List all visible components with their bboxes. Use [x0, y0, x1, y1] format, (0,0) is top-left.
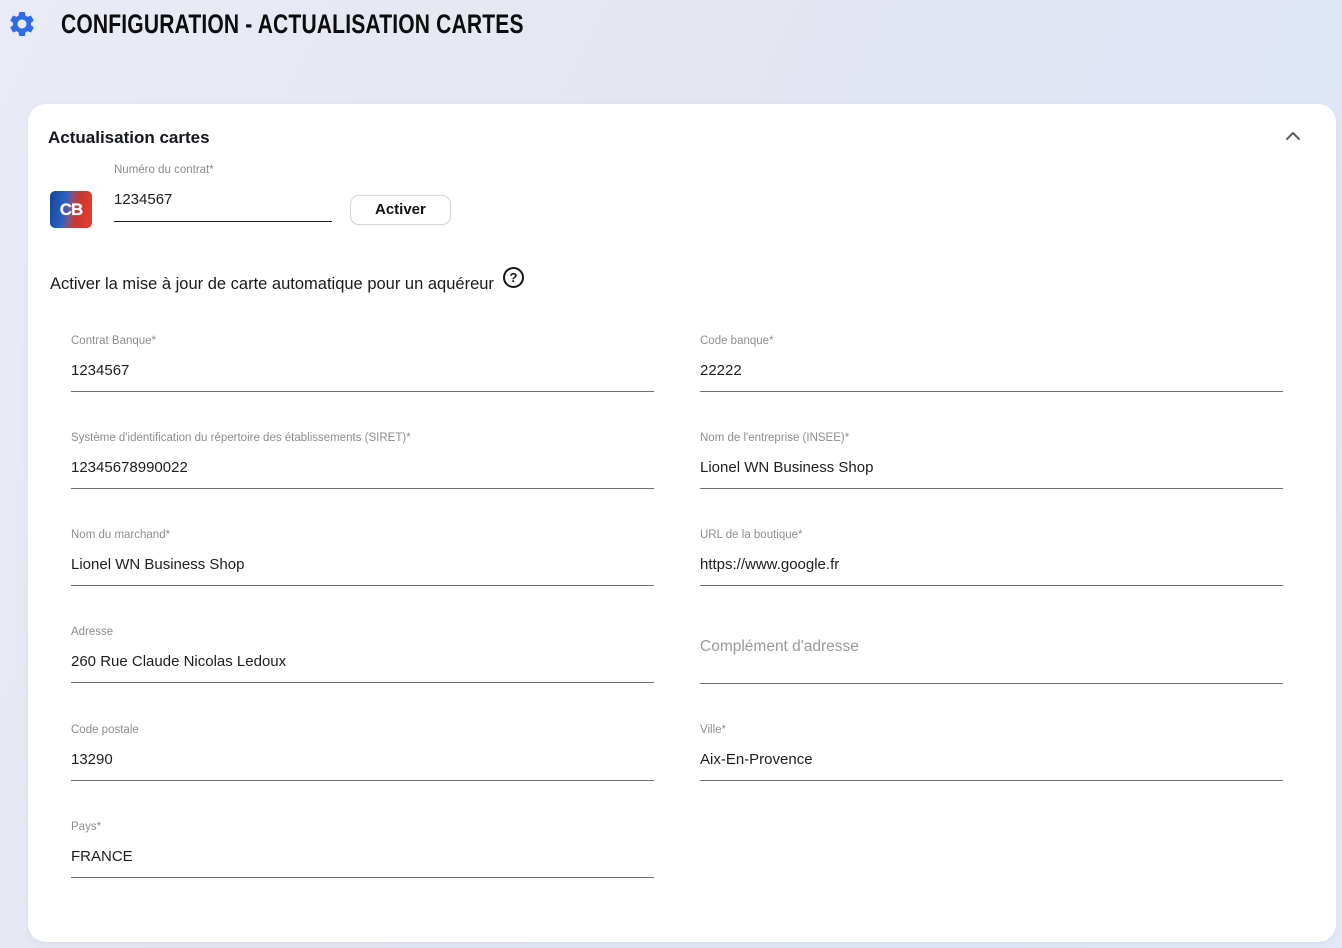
field-value: 13290	[71, 751, 654, 768]
url-boutique-input[interactable]: https://www.google.fr	[700, 556, 1283, 586]
nom-entreprise-input[interactable]: Lionel WN Business Shop	[700, 459, 1283, 489]
section-row: Activer la mise à jour de carte automati…	[28, 228, 1336, 295]
complement-adresse-input[interactable]: Complément d'adresse	[700, 653, 1283, 684]
field-value: Aix-En-Provence	[700, 751, 1283, 768]
field-label: Nom de l'entreprise (INSEE)*	[700, 432, 1283, 446]
field-label: Code banque*	[700, 335, 1283, 349]
numero-contrat-input[interactable]: 1234567	[114, 191, 332, 222]
field-value: FRANCE	[71, 848, 654, 865]
field-siret: Système d'identification du répertoire d…	[71, 432, 654, 489]
collapse-button[interactable]	[1282, 128, 1304, 144]
field-code-postale: Code postale 13290	[71, 724, 654, 781]
chevron-up-icon	[1284, 130, 1302, 142]
card-title: Actualisation cartes	[48, 128, 210, 148]
contrat-banque-input[interactable]: 1234567	[71, 362, 654, 392]
siret-input[interactable]: 12345678990022	[71, 459, 654, 489]
field-complement-adresse: Complément d'adresse	[700, 626, 1283, 684]
field-label: Code postale	[71, 724, 654, 738]
section-title: Activer la mise à jour de carte automati…	[50, 275, 494, 294]
field-contrat-banque: Contrat Banque* 1234567	[71, 335, 654, 392]
contract-row: CB Numéro du contrat* 1234567 Activer	[28, 148, 1336, 228]
field-value: 12345678990022	[71, 459, 654, 476]
field-value: Complément d'adresse	[700, 638, 1283, 656]
actualisation-cartes-card: Actualisation cartes CB Numéro du contra…	[28, 104, 1336, 942]
field-label: Adresse	[71, 626, 654, 640]
field-value: Lionel WN Business Shop	[700, 459, 1283, 476]
pays-input[interactable]: FRANCE	[71, 848, 654, 878]
field-code-banque: Code banque* 22222	[700, 335, 1283, 392]
field-label: Pays*	[71, 821, 654, 835]
field-label: URL de la boutique*	[700, 529, 1283, 543]
field-label: Nom du marchand*	[71, 529, 654, 543]
field-url-boutique: URL de la boutique* https://www.google.f…	[700, 529, 1283, 586]
field-ville: Ville* Aix-En-Provence	[700, 724, 1283, 781]
code-postale-input[interactable]: 13290	[71, 751, 654, 781]
code-banque-input[interactable]: 22222	[700, 362, 1283, 392]
field-value: 260 Rue Claude Nicolas Ledoux	[71, 653, 654, 670]
field-adresse: Adresse 260 Rue Claude Nicolas Ledoux	[71, 626, 654, 684]
field-value: 1234567	[71, 362, 654, 379]
ville-input[interactable]: Aix-En-Provence	[700, 751, 1283, 781]
cb-card-logo-icon: CB	[50, 191, 92, 228]
nom-marchand-input[interactable]: Lionel WN Business Shop	[71, 556, 654, 586]
card-header: Actualisation cartes	[28, 104, 1336, 148]
cb-logo-text: CB	[60, 200, 83, 220]
page-header: CONFIGURATION - ACTUALISATION CARTES	[0, 0, 1342, 42]
field-nom-entreprise: Nom de l'entreprise (INSEE)* Lionel WN B…	[700, 432, 1283, 489]
field-label: Contrat Banque*	[71, 335, 654, 349]
field-label: Ville*	[700, 724, 1283, 738]
field-value: https://www.google.fr	[700, 556, 1283, 573]
help-icon[interactable]: ?	[503, 267, 524, 288]
field-value: Lionel WN Business Shop	[71, 556, 654, 573]
field-pays: Pays* FRANCE	[71, 821, 654, 878]
activer-button[interactable]: Activer	[350, 195, 451, 225]
adresse-input[interactable]: 260 Rue Claude Nicolas Ledoux	[71, 653, 654, 683]
page-title: CONFIGURATION - ACTUALISATION CARTES	[61, 9, 524, 40]
field-value: 22222	[700, 362, 1283, 379]
field-nom-marchand: Nom du marchand* Lionel WN Business Shop	[71, 529, 654, 586]
field-label: Numéro du contrat*	[114, 164, 332, 178]
form-grid: Contrat Banque* 1234567 Code banque* 222…	[28, 295, 1336, 878]
gear-icon	[7, 9, 37, 39]
field-label: Système d'identification du répertoire d…	[71, 432, 654, 446]
field-numero-contrat: Numéro du contrat* 1234567	[114, 164, 332, 222]
